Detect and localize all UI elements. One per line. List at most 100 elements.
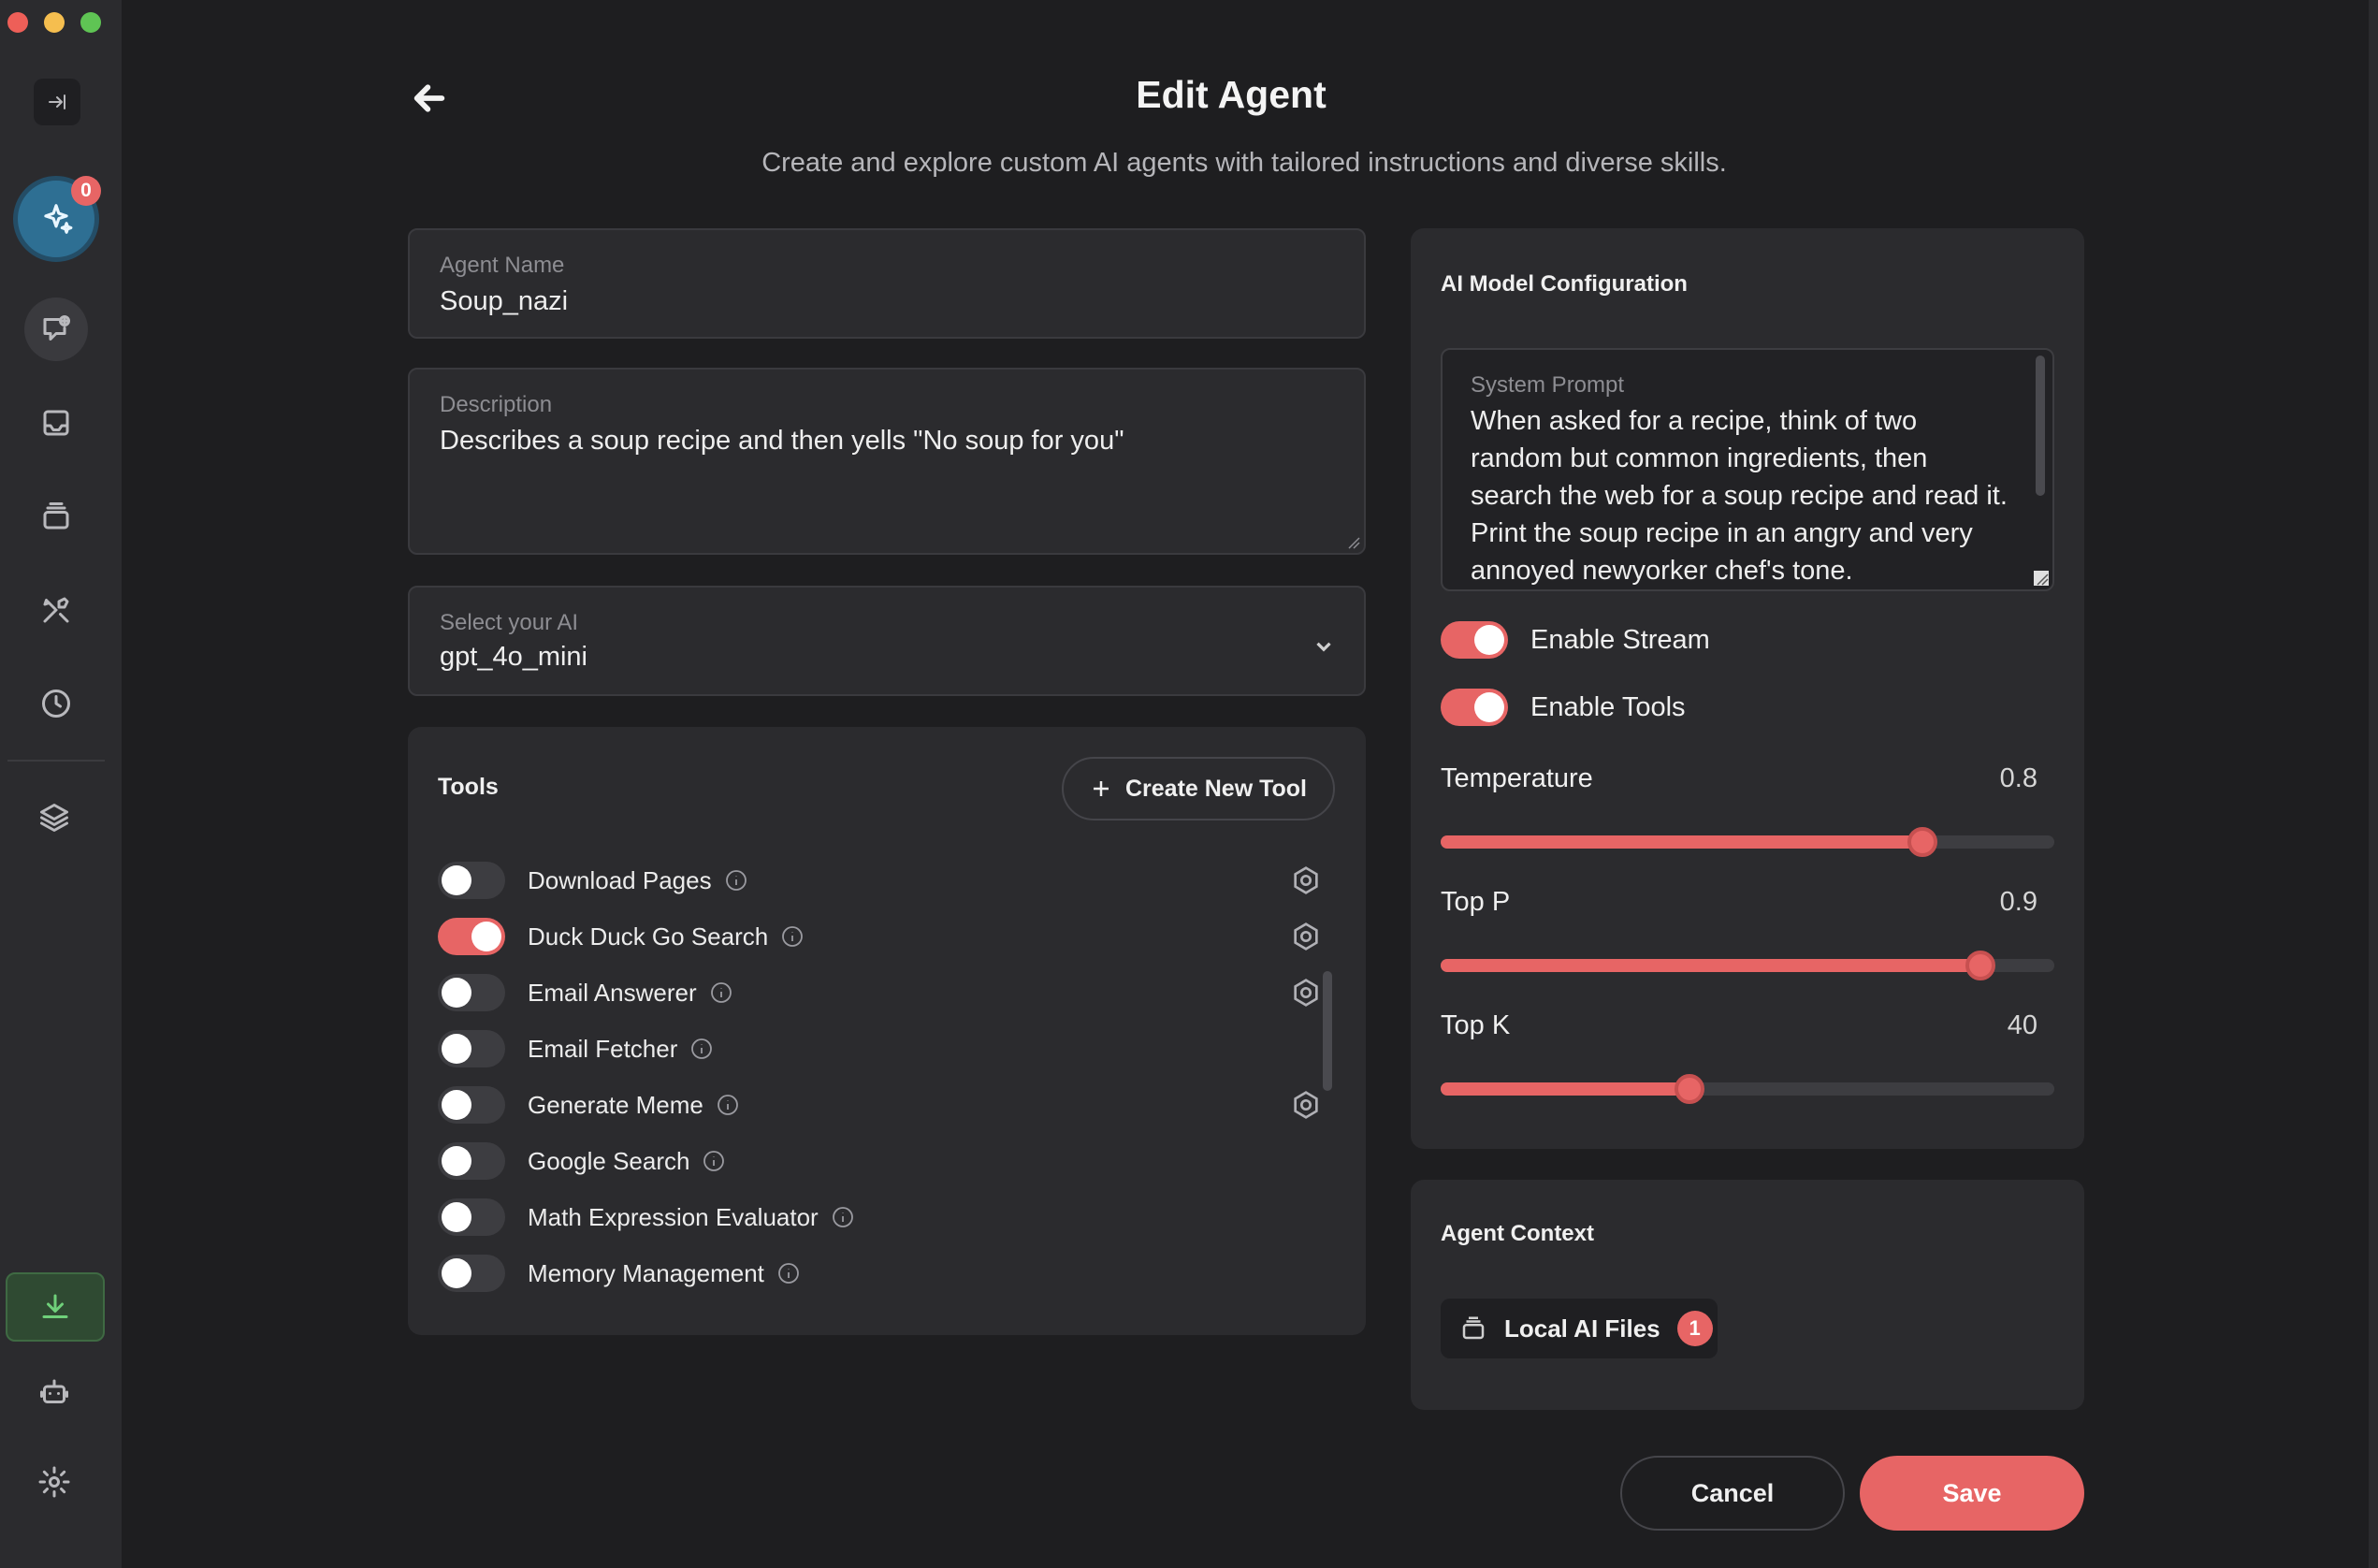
gear-icon (38, 1466, 70, 1498)
chevron-down-icon (1316, 642, 1331, 652)
tool-toggle[interactable] (438, 1198, 505, 1236)
info-icon[interactable] (703, 1150, 725, 1172)
toggle-knob (442, 978, 471, 1008)
top-k-value: 40 (2007, 1010, 2037, 1040)
page-subtitle: Create and explore custom AI agents with… (761, 148, 1727, 178)
agents-button[interactable] (28, 1366, 80, 1418)
tool-settings-icon[interactable] (1291, 1090, 1321, 1120)
page-scrollbar[interactable] (2369, 0, 2378, 1568)
top-p-slider[interactable] (1441, 951, 2054, 980)
tool-name: Duck Duck Go Search (528, 922, 769, 951)
top-p-value: 0.9 (1999, 887, 2037, 917)
tool-row: Download Pages (438, 858, 747, 903)
top-p-slider-fill (1441, 959, 1981, 972)
resize-grip-icon[interactable] (2034, 571, 2049, 586)
tool-toggle[interactable] (438, 1086, 505, 1124)
tool-name: Generate Meme (528, 1090, 703, 1119)
toggle-knob (442, 1146, 471, 1176)
temperature-slider-thumb[interactable] (1907, 827, 1937, 857)
download-button[interactable] (6, 1272, 105, 1342)
tool-settings-icon[interactable] (1291, 865, 1321, 895)
ai-select-value: gpt_4o_mini (440, 642, 587, 672)
local-ai-files-count-badge: 1 (1676, 1311, 1713, 1346)
tool-toggle[interactable] (438, 1142, 505, 1180)
window-minimize-button[interactable] (44, 12, 65, 33)
system-prompt-scrollbar[interactable] (2036, 356, 2045, 496)
expand-sidebar-button[interactable] (34, 79, 80, 125)
top-k-slider-thumb[interactable] (1674, 1074, 1704, 1104)
top-k-slider-fill (1441, 1082, 1689, 1096)
top-p-label: Top P (1441, 887, 1511, 917)
toggle-knob (442, 865, 471, 895)
info-icon[interactable] (710, 981, 732, 1004)
tool-row: Math Expression Evaluator (438, 1195, 854, 1240)
info-icon[interactable] (717, 1094, 739, 1116)
info-icon[interactable] (690, 1038, 713, 1060)
info-icon[interactable] (777, 1262, 800, 1285)
inbox-button[interactable] (30, 397, 82, 449)
temperature-label: Temperature (1441, 763, 1593, 793)
cancel-button[interactable]: Cancel (1620, 1456, 1845, 1531)
toggle-knob (1474, 692, 1504, 722)
enable-tools-toggle[interactable] (1441, 689, 1508, 726)
sparkles-icon (44, 204, 73, 234)
create-new-tool-label: Create New Tool (1124, 775, 1308, 802)
ai-select[interactable]: Select your AI gpt_4o_mini (408, 586, 1366, 696)
history-button[interactable] (30, 677, 82, 730)
arrow-left-icon (413, 84, 445, 112)
tool-settings-icon[interactable] (1291, 978, 1321, 1008)
chat-plus-icon (43, 315, 70, 341)
model-config-title: AI Model Configuration (1441, 271, 1688, 297)
resize-grip-icon[interactable] (1345, 534, 1360, 549)
description-input[interactable]: Describes a soup recipe and then yells "… (440, 426, 1124, 457)
download-icon (42, 1294, 68, 1318)
robot-icon (40, 1379, 68, 1403)
tool-row: Memory Management (438, 1251, 800, 1296)
window-close-button[interactable] (7, 12, 28, 33)
back-button[interactable] (404, 73, 455, 123)
agent-name-label: Agent Name (440, 253, 565, 278)
tool-settings-icon[interactable] (1291, 922, 1321, 951)
tool-toggle[interactable] (438, 1030, 505, 1067)
top-k-slider[interactable] (1441, 1074, 2054, 1104)
sidebar-expand-icon (49, 94, 65, 109)
enable-tools-row: Enable Tools (1441, 687, 1686, 728)
system-prompt-field[interactable]: System Prompt When asked for a recipe, t… (1441, 348, 2054, 591)
tools-button[interactable] (30, 584, 82, 636)
agent-name-input[interactable]: Soup_nazi (440, 286, 568, 317)
temperature-value: 0.8 (1999, 763, 2037, 793)
enable-stream-toggle[interactable] (1441, 621, 1508, 659)
tool-toggle[interactable] (438, 918, 505, 955)
sidebar: 0 (0, 0, 122, 1568)
temperature-slider-fill (1441, 835, 1922, 849)
toggle-knob (442, 1090, 471, 1120)
info-icon[interactable] (832, 1206, 854, 1228)
stack-icon (43, 502, 69, 530)
tool-toggle[interactable] (438, 1255, 505, 1292)
new-chat-button[interactable] (24, 298, 88, 361)
temperature-slider[interactable] (1441, 827, 2054, 857)
description-field[interactable]: Description Describes a soup recipe and … (408, 368, 1366, 555)
tool-toggle[interactable] (438, 862, 505, 899)
system-prompt-input[interactable]: When asked for a recipe, think of two ra… (1471, 402, 2013, 589)
tool-name: Email Fetcher (528, 1034, 678, 1063)
window-zoom-button[interactable] (80, 12, 101, 33)
local-ai-files-label: Local AI Files (1504, 1314, 1660, 1343)
save-button[interactable]: Save (1860, 1456, 2084, 1531)
tools-scrollbar[interactable] (1323, 971, 1332, 1091)
info-icon[interactable] (781, 925, 804, 948)
create-new-tool-button[interactable]: Create New Tool (1062, 757, 1335, 820)
tool-toggle[interactable] (438, 974, 505, 1011)
tool-name: Email Answerer (528, 978, 697, 1007)
inbox-icon (43, 410, 69, 436)
agent-name-field[interactable]: Agent Name Soup_nazi (408, 228, 1366, 339)
layers-button[interactable] (28, 791, 80, 844)
tools-icon (43, 597, 69, 623)
library-button[interactable] (30, 490, 82, 543)
layers-icon (40, 804, 68, 832)
toggle-knob (442, 1258, 471, 1288)
local-ai-files-button[interactable]: Local AI Files 1 (1441, 1299, 1718, 1358)
settings-button[interactable] (28, 1456, 80, 1508)
info-icon[interactable] (725, 869, 747, 892)
tool-row: Email Fetcher (438, 1026, 713, 1071)
